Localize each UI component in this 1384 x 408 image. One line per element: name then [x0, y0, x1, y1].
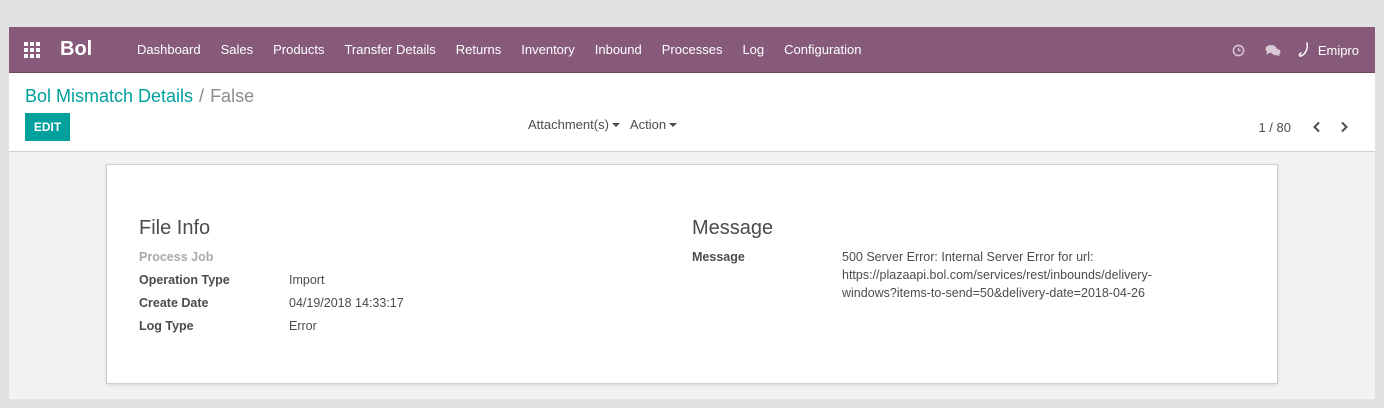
breadcrumb-parent[interactable]: Bol Mismatch Details [25, 86, 193, 107]
main-menu: Dashboard Sales Products Transfer Detail… [127, 27, 871, 73]
control-panel: Bol Mismatch Details / False EDIT Attach… [9, 73, 1375, 152]
file-info-title: File Info [139, 217, 211, 239]
menu-item-inventory[interactable]: Inventory [511, 27, 584, 73]
message-line: 500 Server Error: Internal Server Error … [842, 250, 1094, 264]
menu-item-log[interactable]: Log [732, 27, 774, 73]
menu-item-dashboard[interactable]: Dashboard [127, 27, 211, 73]
breadcrumb-current: False [210, 86, 255, 106]
edit-button[interactable]: EDIT [25, 113, 70, 141]
attachments-label: Attachment(s) [528, 117, 609, 132]
menu-item-sales[interactable]: Sales [211, 27, 264, 73]
create-date-value: 04/19/2018 14:33:17 [289, 296, 404, 310]
operation-type-label: Operation Type [139, 273, 230, 287]
pager: 1 / 80 [1258, 118, 1355, 136]
top-navbar: Bol Dashboard Sales Products Transfer De… [9, 27, 1375, 73]
clock-icon[interactable] [1222, 27, 1256, 73]
process-job-label: Process Job [139, 250, 214, 264]
menu-item-processes[interactable]: Processes [652, 27, 733, 73]
pager-next-button[interactable] [1333, 118, 1355, 136]
caret-down-icon [611, 122, 620, 127]
caret-down-icon [669, 122, 678, 127]
message-line: https://plazaapi.bol.com/services/rest/i… [842, 268, 1152, 282]
app-window: Bol Dashboard Sales Products Transfer De… [9, 27, 1375, 399]
menu-item-inbound[interactable]: Inbound [585, 27, 652, 73]
chat-icon[interactable] [1256, 27, 1290, 73]
log-type-value: Error [289, 319, 317, 333]
menu-item-transfer-details[interactable]: Transfer Details [334, 27, 445, 73]
user-name: Emipro [1317, 42, 1359, 58]
action-dropdown[interactable]: Action [629, 117, 678, 132]
breadcrumb-separator: / [199, 86, 205, 106]
menu-item-configuration[interactable]: Configuration [774, 27, 871, 73]
attachments-dropdown[interactable]: Attachment(s) [528, 117, 620, 132]
navbar-systray: Emipro [1222, 27, 1359, 73]
apps-grid-icon[interactable] [24, 42, 42, 58]
app-brand[interactable]: Bol [60, 38, 92, 61]
sidebar-actions: Attachment(s) Action [528, 117, 678, 132]
pager-previous-button[interactable] [1305, 118, 1327, 136]
message-label: Message [692, 250, 745, 264]
log-type-label: Log Type [139, 319, 194, 333]
chevron-left-icon [1312, 121, 1320, 133]
create-date-label: Create Date [139, 296, 209, 310]
form-sheet: File Info Process Job Operation Type Imp… [106, 164, 1278, 384]
user-logo-icon [1298, 42, 1308, 57]
pager-value[interactable]: 1 / 80 [1258, 120, 1291, 135]
operation-type-value: Import [289, 273, 325, 287]
action-label: Action [629, 117, 667, 132]
message-line: windows?items-to-send=50&delivery-date=2… [842, 286, 1145, 300]
chevron-right-icon [1340, 121, 1348, 133]
message-value: 500 Server Error: Internal Server Error … [842, 248, 1192, 302]
user-menu[interactable]: Emipro [1298, 42, 1359, 58]
message-title: Message [692, 217, 774, 239]
menu-item-products[interactable]: Products [263, 27, 334, 73]
menu-item-returns[interactable]: Returns [446, 27, 512, 73]
breadcrumb: Bol Mismatch Details / False [25, 86, 254, 107]
